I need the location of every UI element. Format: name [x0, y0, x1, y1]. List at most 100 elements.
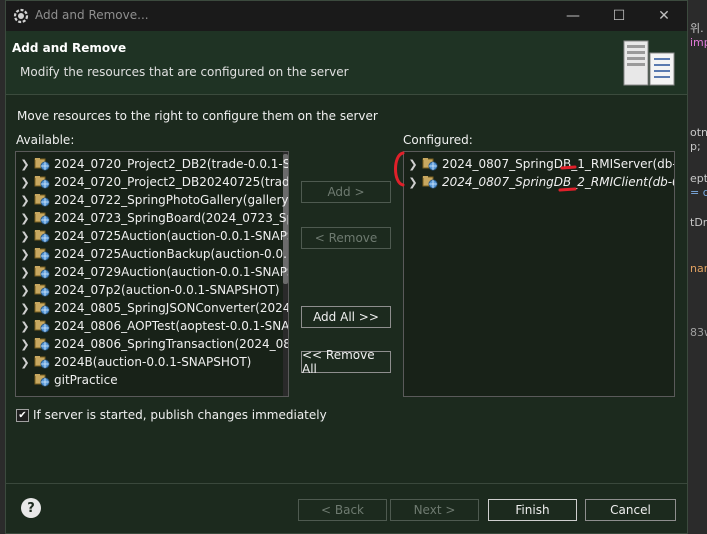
chevron-right-icon[interactable]: ❯: [16, 284, 34, 297]
chevron-right-icon[interactable]: ❯: [16, 176, 34, 189]
bg-snippet: tDna: [690, 216, 707, 229]
bg-snippet: imp: [690, 36, 707, 49]
web-project-icon: [34, 284, 50, 297]
web-project-icon: [34, 212, 50, 225]
list-item-label: 2024_0806_SpringTransaction(2024_0806: [54, 337, 289, 351]
list-item[interactable]: ❯ 2024_0723_SpringBoard(2024_0723_Sprir: [16, 209, 289, 227]
chevron-right-icon[interactable]: ❯: [16, 266, 34, 279]
publish-immediately-checkbox[interactable]: ✔: [16, 409, 29, 422]
help-glyph: ?: [27, 500, 35, 516]
web-project-icon: [34, 266, 50, 279]
list-item[interactable]: ❯ 2024_0729Auction(auction-0.0.1-SNAPSH: [16, 263, 289, 281]
add-button[interactable]: Add >: [301, 181, 391, 203]
chevron-right-icon[interactable]: ❯: [16, 302, 34, 315]
bg-snippet: ept: [690, 172, 707, 185]
add-all-button[interactable]: Add All >>: [301, 306, 391, 328]
chevron-right-icon[interactable]: ❯: [16, 338, 34, 351]
next-button-label: Next >: [413, 503, 456, 517]
server-icon: [623, 40, 675, 86]
list-item[interactable]: ❯ 2024_0720_Project2_DB20240725(trade-(: [16, 173, 289, 191]
chevron-right-icon[interactable]: ❯: [16, 230, 34, 243]
web-project-icon: [34, 356, 50, 369]
close-icon: ✕: [658, 8, 670, 24]
checkmark-icon: ✔: [18, 410, 27, 421]
bg-snippet: otn: [690, 126, 707, 139]
list-item[interactable]: ❯ 2024_0720_Project2_DB2(trade-0.0.1-SNA: [16, 155, 289, 173]
list-item-label: 2024_0725AuctionBackup(auction-0.0.1-S: [54, 247, 289, 261]
list-item[interactable]: ❯ 2024_0725AuctionBackup(auction-0.0.1-S: [16, 245, 289, 263]
maximize-button[interactable]: ☐: [604, 5, 634, 27]
list-item-label: 2024_0806_AOPTest(aoptest-0.0.1-SNAPS: [54, 319, 289, 333]
add-all-button-label: Add All >>: [313, 310, 379, 324]
chevron-right-icon[interactable]: ❯: [16, 248, 34, 261]
close-button[interactable]: ✕: [649, 5, 679, 27]
web-project-icon: [34, 230, 50, 243]
web-project-icon: [34, 194, 50, 207]
finish-button[interactable]: Finish: [488, 499, 577, 521]
bg-snippet: name: [690, 262, 707, 275]
list-item-label: 2024_0720_Project2_DB20240725(trade-(: [54, 175, 289, 189]
web-project-icon: [34, 320, 50, 333]
eclipse-gear-icon: [13, 8, 29, 24]
instruction-text: Move resources to the right to configure…: [17, 109, 378, 123]
configured-label: Configured:: [403, 133, 473, 147]
web-project-icon: [34, 248, 50, 261]
list-item-label: 2024_0722_SpringPhotoGallery(gallery-0.(: [54, 193, 289, 207]
web-project-icon: [34, 338, 50, 351]
chevron-right-icon[interactable]: ❯: [16, 194, 34, 207]
bg-snippet: 83w: [690, 326, 707, 339]
header-title: Add and Remove: [12, 41, 127, 55]
maximize-icon: ☐: [612, 8, 626, 24]
list-item-label: 2024_0720_Project2_DB2(trade-0.0.1-SNA: [54, 157, 289, 171]
remove-all-button[interactable]: << Remove All: [301, 348, 391, 376]
minimize-button[interactable]: —: [558, 5, 588, 27]
list-item[interactable]: ❯ 2024_0806_AOPTest(aoptest-0.0.1-SNAPS: [16, 317, 289, 335]
remove-button-label: < Remove: [314, 231, 378, 245]
list-item-label: 2024_07p2(auction-0.0.1-SNAPSHOT): [54, 283, 280, 297]
next-button[interactable]: Next >: [390, 499, 479, 521]
available-label: Available:: [16, 133, 75, 147]
list-item-label: gitPractice: [54, 373, 118, 387]
chevron-right-icon[interactable]: ❯: [16, 320, 34, 333]
web-project-icon: [34, 176, 50, 189]
chevron-right-icon[interactable]: ❯: [16, 212, 34, 225]
list-item[interactable]: ❯ 2024_0805_SpringJSONConverter(2024_0: [16, 299, 289, 317]
list-item-label: 2024_0725Auction(auction-0.0.1-SNAPSH: [54, 229, 289, 243]
footer-separator: [6, 483, 687, 484]
red-annotation-marks: [394, 151, 577, 192]
title-bar: Add and Remove... — ☐ ✕: [6, 1, 687, 31]
list-item-label: 2024B(auction-0.0.1-SNAPSHOT): [54, 355, 252, 369]
web-project-icon: [34, 374, 50, 387]
minimize-icon: —: [566, 8, 580, 24]
web-project-icon: [34, 158, 50, 171]
bg-snippet: = de: [690, 186, 707, 199]
back-button[interactable]: < Back: [298, 499, 387, 521]
add-button-label: Add >: [327, 185, 365, 199]
cancel-button[interactable]: Cancel: [585, 499, 676, 521]
publish-immediately-label: If server is started, publish changes im…: [33, 408, 327, 422]
list-item[interactable]: ❯ 2024_0806_SpringTransaction(2024_0806: [16, 335, 289, 353]
chevron-right-icon[interactable]: ❯: [16, 356, 34, 369]
cancel-button-label: Cancel: [610, 503, 651, 517]
list-item-label: 2024_0723_SpringBoard(2024_0723_Sprir: [54, 211, 289, 225]
chevron-right-icon[interactable]: ❯: [16, 158, 34, 171]
add-remove-dialog: Add and Remove... — ☐ ✕ Add and Remove M…: [5, 0, 688, 534]
help-icon[interactable]: ?: [21, 498, 41, 518]
bg-snippet: p;: [690, 140, 701, 153]
list-item-label: 2024_0805_SpringJSONConverter(2024_0: [54, 301, 289, 315]
list-item[interactable]: ❯ 2024_07p2(auction-0.0.1-SNAPSHOT): [16, 281, 280, 299]
remove-button[interactable]: < Remove: [301, 227, 391, 249]
bg-snippet: 위.: [690, 22, 704, 35]
list-item[interactable]: ❯ 2024_0722_SpringPhotoGallery(gallery-0.…: [16, 191, 289, 209]
finish-button-label: Finish: [515, 503, 550, 517]
header-description: Modify the resources that are configured…: [20, 65, 349, 79]
back-button-label: < Back: [320, 503, 364, 517]
list-item[interactable]: ❯ 2024B(auction-0.0.1-SNAPSHOT): [16, 353, 251, 371]
background-editor-right-edge: 위. imp otn p; ept = de tDna name 83w: [688, 0, 707, 534]
available-list[interactable]: ❯ 2024_0720_Project2_DB2(trade-0.0.1-SNA ❯…: [15, 151, 289, 397]
list-item[interactable]: ❯ 2024_0725Auction(auction-0.0.1-SNAPSH: [16, 227, 289, 245]
web-project-icon: [34, 302, 50, 315]
list-item-label: 2024_0729Auction(auction-0.0.1-SNAPSH: [54, 265, 289, 279]
remove-all-button-label: << Remove All: [302, 348, 375, 376]
list-item[interactable]: gitPractice: [16, 371, 118, 389]
